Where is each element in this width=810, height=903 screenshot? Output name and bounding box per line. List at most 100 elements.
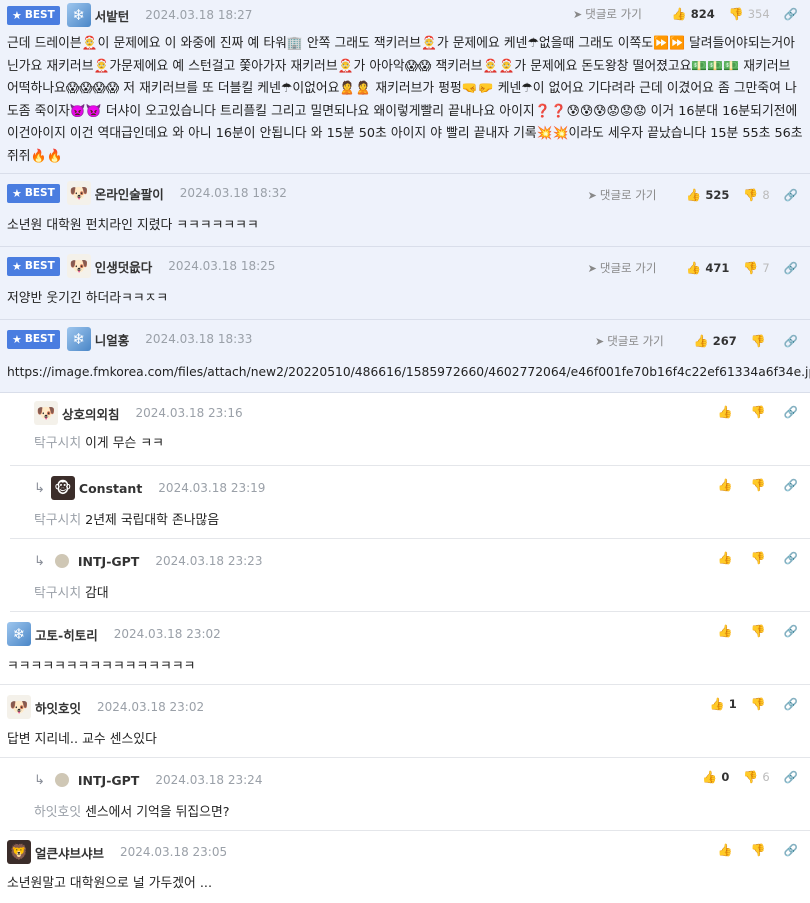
star-icon: ★ (12, 186, 22, 200)
comment-actions: 👍 👎 🔗 (704, 843, 798, 857)
downvote-button[interactable]: 👎 (751, 478, 770, 492)
downvote-button[interactable]: 👎 (751, 697, 770, 711)
thumbs-down-icon: 👎 (750, 624, 766, 638)
upvote-button[interactable]: 👍 1 (710, 697, 737, 711)
upvote-button[interactable]: 👍 824 (672, 7, 715, 21)
reply-arrow-icon: ➤ (587, 189, 597, 202)
best-badge: ★ BEST (7, 256, 60, 276)
downvote-button[interactable]: 👎 7 (743, 261, 769, 275)
comment-body: 소년원말고 대학원으로 널 가두겠어 ... (7, 876, 213, 891)
goto-reply-link[interactable]: ➤ 댓글로 가기 (588, 187, 657, 203)
upvote-button[interactable]: 👍 525 (686, 188, 729, 202)
downvote-button[interactable]: 👎 (751, 405, 770, 419)
link-icon[interactable]: 🔗 (784, 478, 798, 492)
link-icon[interactable]: 🔗 (784, 770, 798, 784)
thumbs-up-icon: 👍 (717, 624, 733, 638)
link-icon[interactable]: 🔗 (784, 405, 798, 419)
comment-date: 2024.03.18 18:32 (179, 186, 287, 200)
author-name[interactable]: 니얼홍 (95, 330, 130, 349)
comment-date: 2024.03.18 23:24 (155, 773, 263, 787)
author-name[interactable]: Constant (79, 481, 142, 496)
downvote-button[interactable]: 👎 (751, 334, 770, 348)
link-icon[interactable]: 🔗 (784, 188, 798, 202)
goto-reply-link[interactable]: ➤ 댓글로 가기 (588, 260, 657, 276)
author-name[interactable]: 상호의외침 (62, 404, 120, 423)
link-icon[interactable]: 🔗 (784, 843, 798, 857)
comment-body: 근데 드레이븐🤶이 문제에요 이 와중에 진짜 예 타워🏢 안쪽 그래도 잭키러… (7, 36, 803, 164)
best-badge: ★ BEST (7, 5, 60, 25)
mention[interactable]: 탁구시치 (34, 586, 81, 601)
comment-item: ❄ 고토-히토리 2024.03.18 23:02 👍 👎 🔗 ㅋㅋㅋㅋㅋㅋㅋㅋ… (0, 612, 810, 685)
avatar[interactable]: ❄ (7, 622, 31, 646)
downvote-button[interactable]: 👎 (751, 551, 770, 565)
goto-reply-link[interactable]: ➤ 댓글로 가기 (573, 6, 642, 22)
avatar[interactable]: 🦁 (7, 840, 31, 864)
avatar[interactable]: 🐶 (66, 254, 91, 278)
downvote-button[interactable]: 👎 (751, 843, 770, 857)
link-icon[interactable]: 🔗 (784, 624, 798, 638)
author-name[interactable]: 고토-히토리 (35, 625, 98, 644)
comment-date: 2024.03.18 18:27 (145, 8, 253, 22)
upvote-button[interactable]: 👍 0 (702, 770, 729, 784)
comment-actions: 👍 👎 🔗 (704, 478, 798, 492)
thumbs-down-icon: 👎 (743, 770, 759, 784)
upvote-button[interactable]: 👍 (718, 551, 737, 565)
comment-date: 2024.03.18 23:05 (120, 845, 228, 859)
author-name[interactable]: 온라인술팔이 (95, 184, 164, 203)
mention[interactable]: 탁구시치 (34, 436, 81, 451)
avatar[interactable]: ❄ (66, 3, 91, 27)
comment-body: 탁구시치 이게 무슨 ㅋㅋ (34, 436, 164, 451)
comment-header: ↳ 🐵 Constant 2024.03.18 23:19 (34, 466, 803, 510)
link-icon[interactable]: 🔗 (784, 261, 798, 275)
comment-header: 🐶 하잇호잇 2024.03.18 23:02 (7, 685, 803, 729)
link-icon[interactable]: 🔗 (784, 697, 798, 711)
author-name[interactable]: 인생덧읎다 (95, 257, 153, 276)
thumbs-up-icon: 👍 (686, 188, 702, 202)
downvote-button[interactable]: 👎 (751, 624, 770, 638)
comment-actions: 👍 1 👎 🔗 (696, 697, 798, 711)
image-link[interactable]: https://image.fmkorea.com/files/attach/n… (7, 365, 810, 379)
reply-arrow-icon: ➤ (587, 262, 597, 275)
thumbs-up-icon: 👍 (717, 843, 733, 857)
downvote-button[interactable]: 👎 354 (729, 7, 770, 21)
thumbs-down-icon: 👎 (743, 188, 759, 202)
thumbs-up-icon: 👍 (693, 334, 709, 348)
thumbs-down-icon: 👎 (728, 7, 744, 21)
comment-date: 2024.03.18 18:25 (168, 259, 276, 273)
reply-arrow-icon: ↳ (34, 772, 45, 788)
link-icon[interactable]: 🔗 (784, 334, 798, 348)
avatar[interactable]: 🐵 (50, 476, 75, 500)
mention[interactable]: 하잇호잇 (34, 805, 81, 820)
best-badge: ★ BEST (7, 183, 60, 203)
avatar[interactable] (54, 773, 69, 787)
avatar[interactable]: 🐶 (66, 181, 91, 205)
downvote-button[interactable]: 👎 6 (743, 770, 769, 784)
comment-actions: ➤ 댓글로 가기 👍 525 👎 8 🔗 (588, 187, 798, 203)
link-icon[interactable]: 🔗 (784, 551, 798, 565)
author-name[interactable]: 서밭턴 (95, 6, 130, 25)
thumbs-up-icon: 👍 (709, 697, 725, 711)
author-name[interactable]: 하잇호잇 (35, 698, 81, 717)
upvote-button[interactable]: 👍 (718, 478, 737, 492)
downvote-button[interactable]: 👎 8 (743, 188, 769, 202)
link-icon[interactable]: 🔗 (784, 7, 798, 21)
reply-arrow-icon: ➤ (573, 8, 583, 21)
upvote-button[interactable]: 👍 471 (686, 261, 729, 275)
upvote-button[interactable]: 👍 (718, 405, 737, 419)
avatar[interactable]: 🐶 (34, 401, 58, 425)
author-name[interactable]: 얼큰샤브샤브 (35, 843, 104, 862)
avatar[interactable]: 🐶 (7, 695, 31, 719)
thumbs-down-icon: 👎 (750, 551, 766, 565)
author-name[interactable]: INTJ-GPT (78, 554, 139, 569)
mention[interactable]: 탁구시치 (34, 513, 81, 528)
upvote-button[interactable]: 👍 (718, 843, 737, 857)
author-name[interactable]: INTJ-GPT (78, 773, 139, 788)
thumbs-up-icon: 👍 (717, 478, 733, 492)
reply-item: ↳ 🐵 Constant 2024.03.18 23:19 👍 👎 🔗 탁구시치… (10, 466, 810, 539)
avatar[interactable] (54, 554, 69, 568)
thumbs-down-icon: 👎 (750, 334, 766, 348)
goto-reply-link[interactable]: ➤ 댓글로 가기 (595, 333, 664, 349)
avatar[interactable]: ❄ (66, 327, 91, 351)
upvote-button[interactable]: 👍 (718, 624, 737, 638)
upvote-button[interactable]: 👍 267 (694, 334, 737, 348)
